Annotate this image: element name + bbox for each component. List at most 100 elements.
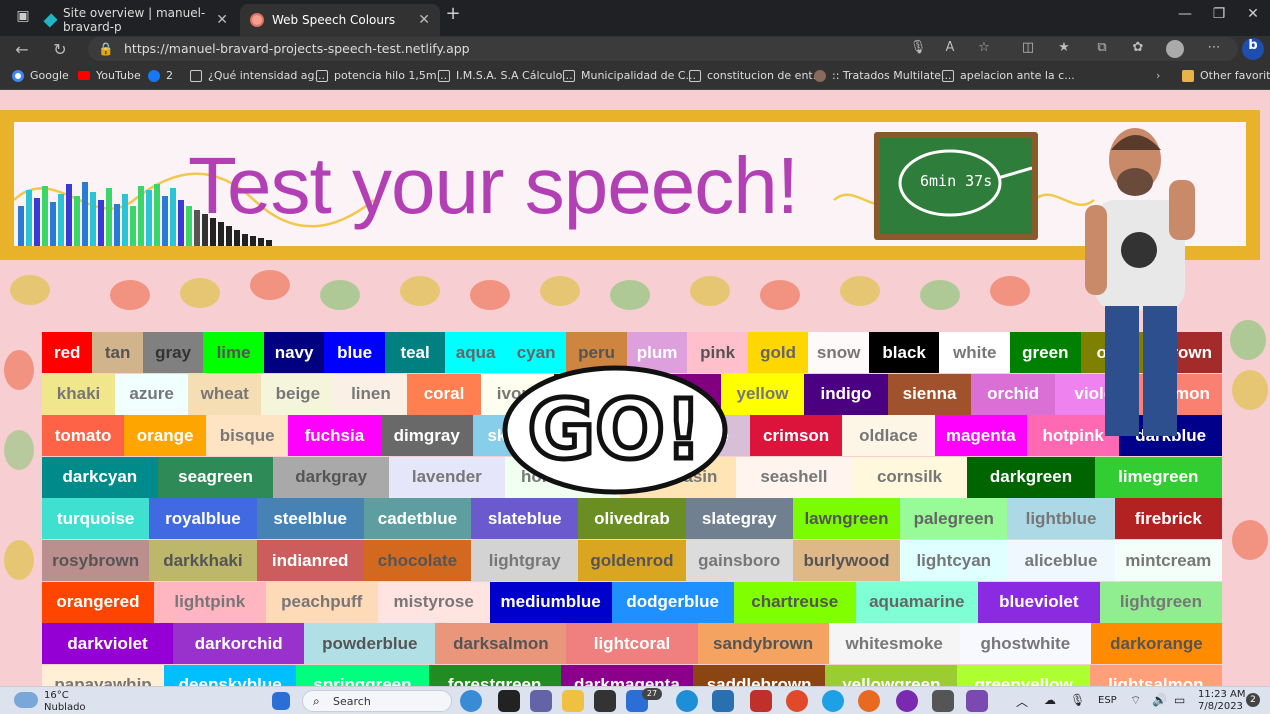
color-cell-darkviolet[interactable]: darkviolet bbox=[42, 623, 174, 665]
color-cell-aliceblue[interactable]: aliceblue bbox=[1007, 540, 1115, 581]
windows-start-icon[interactable] bbox=[272, 692, 290, 710]
color-cell-indianred[interactable]: indianred bbox=[256, 540, 364, 581]
bookmark-item[interactable]: apelacion ante la c... bbox=[942, 69, 1075, 82]
color-cell-saddlebrown[interactable]: saddlebrown bbox=[693, 664, 826, 686]
restore-icon[interactable]: ❐ bbox=[1204, 6, 1234, 22]
file-explorer-icon[interactable] bbox=[562, 690, 584, 712]
color-cell-gainsboro[interactable]: gainsboro bbox=[685, 540, 793, 581]
back-arrow-icon[interactable]: ← bbox=[10, 40, 34, 59]
color-cell-dodgerblue[interactable]: dodgerblue bbox=[611, 581, 734, 623]
color-cell-cadetblue[interactable]: cadetblue bbox=[363, 498, 472, 540]
color-cell-chartreuse[interactable]: chartreuse bbox=[733, 581, 856, 623]
bookmark-item[interactable]: potencia hilo 1,5m... bbox=[316, 69, 447, 82]
app-icon[interactable] bbox=[966, 690, 988, 712]
color-cell-yellowgreen[interactable]: yellowgreen bbox=[825, 664, 958, 686]
color-cell-wheat[interactable]: wheat bbox=[188, 373, 262, 415]
close-icon[interactable]: ✕ bbox=[418, 12, 430, 28]
favorites-icon[interactable]: ★ bbox=[1054, 40, 1074, 55]
bookmark-item[interactable]: :: Tratados Multilate... bbox=[814, 69, 952, 82]
color-cell-forestgreen[interactable]: forestgreen bbox=[428, 664, 561, 686]
profile-avatar-icon[interactable] bbox=[1166, 40, 1184, 58]
color-cell-blue[interactable]: blue bbox=[324, 332, 385, 373]
color-cell-red[interactable]: red bbox=[42, 332, 93, 373]
read-aloud-icon[interactable]: A bbox=[940, 40, 960, 55]
color-cell-royalblue[interactable]: royalblue bbox=[149, 498, 257, 540]
color-cell-seagreen[interactable]: seagreen bbox=[157, 456, 274, 498]
extensions-icon[interactable]: ✿ bbox=[1128, 40, 1148, 55]
color-cell-mistyrose[interactable]: mistyrose bbox=[377, 581, 490, 623]
collections-icon[interactable]: ⧉ bbox=[1092, 40, 1112, 55]
color-cell-lightpink[interactable]: lightpink bbox=[153, 581, 266, 623]
color-cell-goldenrod[interactable]: goldenrod bbox=[578, 540, 686, 581]
color-cell-darkmagenta[interactable]: darkmagenta bbox=[560, 664, 693, 686]
color-cell-white[interactable]: white bbox=[939, 332, 1011, 373]
color-cell-ghostwhite[interactable]: ghostwhite bbox=[959, 623, 1091, 665]
bookmark-item[interactable]: Municipalidad de C... bbox=[563, 69, 696, 82]
color-cell-deepskyblue[interactable]: deepskyblue bbox=[164, 664, 297, 686]
microphone-icon[interactable]: 🎙 bbox=[908, 40, 928, 55]
color-cell-aquamarine[interactable]: aquamarine bbox=[855, 581, 978, 623]
color-cell-palegreen[interactable]: palegreen bbox=[900, 498, 1008, 540]
teams-icon[interactable] bbox=[530, 690, 552, 712]
color-cell-darkorchid[interactable]: darkorchid bbox=[173, 623, 305, 665]
bookmark-item[interactable]: I.M.S.A. S.A Cálculo... bbox=[438, 69, 573, 82]
window-close-icon[interactable]: ✕ bbox=[1238, 6, 1268, 22]
app-l-icon[interactable] bbox=[712, 690, 734, 712]
color-cell-peachpuff[interactable]: peachpuff bbox=[265, 581, 378, 623]
color-cell-limegreen[interactable]: limegreen bbox=[1094, 456, 1222, 498]
close-icon[interactable]: ✕ bbox=[216, 12, 228, 28]
color-cell-orangered[interactable]: orangered bbox=[42, 581, 154, 623]
app-icon[interactable] bbox=[896, 690, 918, 712]
color-cell-papayawhip[interactable]: papayawhip bbox=[42, 664, 165, 686]
color-cell-lime[interactable]: lime bbox=[203, 332, 264, 373]
color-cell-dimgray[interactable]: dimgray bbox=[380, 415, 473, 457]
color-cell-coral[interactable]: coral bbox=[407, 373, 481, 415]
browser-icon[interactable] bbox=[822, 690, 844, 712]
color-cell-powderblue[interactable]: powderblue bbox=[304, 623, 436, 665]
tab-web-speech-colours[interactable]: Web Speech Colours ✕ bbox=[240, 4, 440, 36]
color-cell-lavender[interactable]: lavender bbox=[389, 456, 505, 498]
bookmark-facebook[interactable]: 2 bbox=[148, 69, 173, 82]
battery-icon[interactable]: ▭ bbox=[1174, 693, 1185, 707]
notification-count[interactable]: 2 bbox=[1246, 693, 1260, 707]
color-cell-beige[interactable]: beige bbox=[261, 373, 335, 415]
bing-app-icon[interactable] bbox=[460, 690, 482, 712]
color-cell-chocolate[interactable]: chocolate bbox=[363, 540, 472, 581]
chevron-up-icon[interactable]: ︿ bbox=[1016, 693, 1028, 710]
color-cell-navy[interactable]: navy bbox=[263, 332, 325, 373]
color-cell-tan[interactable]: tan bbox=[92, 332, 143, 373]
color-cell-darkcyan[interactable]: darkcyan bbox=[42, 456, 158, 498]
color-cell-turquoise[interactable]: turquoise bbox=[42, 498, 150, 540]
color-cell-sienna[interactable]: sienna bbox=[887, 373, 972, 415]
minimize-icon[interactable]: — bbox=[1170, 6, 1200, 22]
bookmark-youtube[interactable]: YouTube bbox=[78, 69, 141, 82]
chrome-icon[interactable] bbox=[786, 690, 808, 712]
color-cell-linen[interactable]: linen bbox=[334, 373, 408, 415]
edge-icon[interactable] bbox=[676, 690, 698, 712]
color-cell-orange[interactable]: orange bbox=[124, 415, 207, 457]
color-cell-black[interactable]: black bbox=[868, 332, 940, 373]
weather-cloud-icon[interactable] bbox=[14, 692, 38, 708]
color-cell-tomato[interactable]: tomato bbox=[42, 415, 125, 457]
taskbar-search-box[interactable]: ⌕ Search bbox=[302, 690, 452, 712]
color-cell-slateblue[interactable]: slateblue bbox=[471, 498, 579, 540]
color-cell-seashell[interactable]: seashell bbox=[736, 456, 852, 498]
language-indicator[interactable]: ESP bbox=[1098, 695, 1117, 706]
tab-actions-icon[interactable]: ▣ bbox=[8, 8, 38, 24]
color-cell-lightsalmon[interactable]: lightsalmon bbox=[1089, 664, 1222, 686]
bookmark-google[interactable]: Google bbox=[12, 69, 69, 82]
bookmark-item[interactable]: ¿Qué intensidad ag... bbox=[190, 69, 325, 82]
color-cell-bisque[interactable]: bisque bbox=[206, 415, 289, 457]
color-cell-lightcoral[interactable]: lightcoral bbox=[566, 623, 698, 665]
color-cell-magenta[interactable]: magenta bbox=[934, 415, 1027, 457]
color-cell-oldlace[interactable]: oldlace bbox=[842, 415, 935, 457]
color-cell-steelblue[interactable]: steelblue bbox=[256, 498, 364, 540]
color-cell-greenyellow[interactable]: greenyellow bbox=[957, 664, 1090, 686]
color-cell-cornsilk[interactable]: cornsilk bbox=[851, 456, 968, 498]
color-cell-crimson[interactable]: crimson bbox=[749, 415, 843, 457]
color-cell-yellow[interactable]: yellow bbox=[720, 373, 805, 415]
volume-icon[interactable]: 🔊 bbox=[1152, 693, 1167, 707]
bing-copilot-icon[interactable]: b bbox=[1242, 38, 1264, 60]
color-cell-fuchsia[interactable]: fuchsia bbox=[288, 415, 381, 457]
color-cell-lightblue[interactable]: lightblue bbox=[1007, 498, 1115, 540]
